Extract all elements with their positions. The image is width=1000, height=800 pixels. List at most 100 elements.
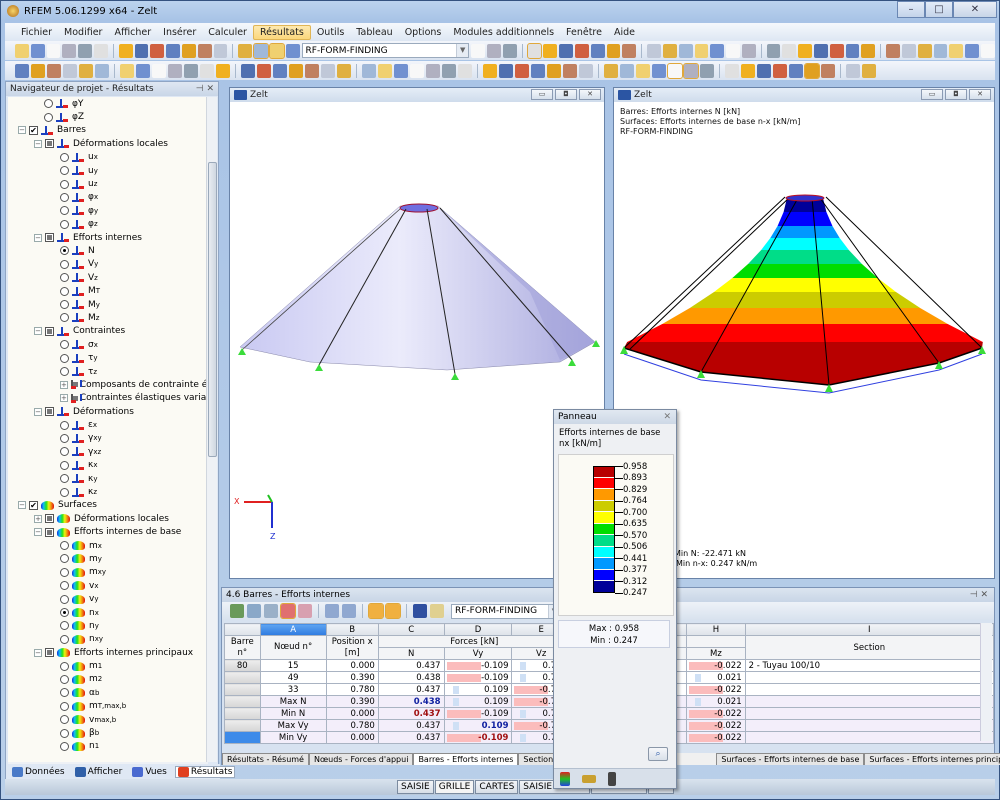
toolbar-button-icon[interactable]: [757, 63, 771, 78]
cell-mz[interactable]: -0.022: [686, 683, 746, 696]
tree-item[interactable]: n1: [8, 740, 208, 753]
toolbar-button-icon[interactable]: [606, 43, 621, 58]
tree-item[interactable]: Vz: [8, 271, 208, 284]
radio-button[interactable]: [60, 447, 69, 457]
radio-button[interactable]: [44, 112, 53, 122]
navigator-tab-3[interactable]: Résultats: [174, 766, 236, 778]
radio-button[interactable]: [60, 741, 69, 751]
row-header[interactable]: [224, 683, 261, 696]
tree-item[interactable]: φz: [8, 218, 208, 231]
toolbar-button-icon[interactable]: [321, 63, 335, 78]
navigator-pin-close[interactable]: ⊣ ✕: [196, 82, 214, 96]
toolbar-button-icon[interactable]: [200, 63, 214, 78]
tree-item[interactable]: γ xy: [8, 432, 208, 445]
view-close-button[interactable]: ✕: [579, 89, 601, 100]
expand-toggle-icon[interactable]: −: [34, 648, 42, 657]
checkbox-partial[interactable]: [45, 514, 54, 524]
radio-button[interactable]: [60, 300, 69, 310]
column-letter[interactable]: H: [686, 623, 746, 636]
table-tab-0[interactable]: Résultats - Résumé: [222, 753, 309, 765]
expand-toggle-icon[interactable]: −: [34, 233, 42, 242]
cell-mz[interactable]: 0.021: [686, 671, 746, 684]
expand-toggle-icon[interactable]: +: [34, 514, 42, 523]
toolbar-button-icon[interactable]: [268, 42, 285, 59]
tree-item[interactable]: vx: [8, 579, 208, 592]
column-letter[interactable]: I: [744, 623, 995, 636]
balance-tab-icon[interactable]: [582, 774, 596, 783]
toolbar-button-icon[interactable]: [95, 63, 109, 78]
menu-5[interactable]: Résultats: [252, 24, 311, 40]
toolbar-button-icon[interactable]: [559, 43, 573, 58]
view-minimize-button[interactable]: ▭: [921, 89, 943, 100]
cell-n[interactable]: 0.438: [377, 671, 445, 684]
tree-item[interactable]: Vy: [8, 258, 208, 271]
radio-button[interactable]: [60, 541, 69, 551]
toolbar-button-icon[interactable]: [241, 63, 255, 78]
maximize-button[interactable]: □: [925, 1, 953, 18]
radio-button[interactable]: [60, 621, 69, 631]
cell-mz[interactable]: -0.022: [686, 659, 746, 672]
toolbar-button-icon[interactable]: [829, 43, 844, 58]
radio-button[interactable]: [60, 152, 69, 162]
menu-6[interactable]: Outils: [311, 26, 350, 39]
color-bars-icon[interactable]: [280, 603, 296, 619]
tree-item[interactable]: m1: [8, 659, 208, 672]
tree-item[interactable]: Mz: [8, 311, 208, 324]
toolbar-button-icon[interactable]: [499, 63, 513, 78]
tree-item[interactable]: My: [8, 298, 208, 311]
checkbox-partial[interactable]: [45, 139, 54, 149]
toolbar-button-icon[interactable]: [289, 63, 303, 78]
tree-item[interactable]: − Efforts internes principaux: [8, 646, 208, 659]
cell-node[interactable]: 49: [259, 671, 327, 684]
toolbar-button-icon[interactable]: [257, 63, 271, 78]
toolbar-button-icon[interactable]: [62, 43, 77, 58]
checkbox-partial[interactable]: [45, 527, 54, 537]
toolbar-button-icon[interactable]: [79, 63, 93, 78]
toolbar-button-icon[interactable]: [515, 63, 529, 78]
checkbox-partial[interactable]: [45, 407, 54, 417]
tree-item[interactable]: my: [8, 552, 208, 565]
tree-item[interactable]: κz: [8, 485, 208, 498]
cell-vy[interactable]: -0.109: [443, 731, 513, 744]
microscope-tab-icon[interactable]: [608, 771, 616, 786]
toolbar-button-icon[interactable]: [652, 63, 666, 78]
cell-n[interactable]: 0.437: [377, 731, 445, 744]
toolbar-button-icon[interactable]: [798, 43, 813, 58]
tree-item[interactable]: − Efforts internes: [8, 231, 208, 244]
toolbar-button-icon[interactable]: [981, 43, 995, 58]
toolbar-button-icon[interactable]: [543, 43, 558, 58]
toolbar-button-icon[interactable]: [579, 63, 593, 78]
toolbar-button-icon[interactable]: [700, 63, 714, 78]
menu-3[interactable]: Insérer: [157, 26, 202, 39]
radio-button[interactable]: [60, 701, 69, 711]
filter-icon[interactable]: [247, 604, 261, 618]
toolbar-button-icon[interactable]: [804, 62, 820, 79]
cell-section[interactable]: 2 - Tuyau 100/10: [744, 659, 995, 672]
toolbar-button-icon[interactable]: [933, 43, 948, 58]
toolbar-button-icon[interactable]: [773, 63, 787, 78]
radio-button[interactable]: [60, 246, 69, 256]
table-tab-4[interactable]: Surfaces - Efforts internes de base: [716, 753, 865, 765]
toolbar-button-icon[interactable]: [197, 43, 212, 58]
relation-alt-icon[interactable]: [385, 603, 401, 619]
radio-button[interactable]: [60, 166, 69, 176]
toolbar-button-icon[interactable]: [590, 43, 605, 58]
tree-item[interactable]: uy: [8, 164, 208, 177]
tree-item[interactable]: φZ: [8, 110, 208, 123]
tree-item[interactable]: − ✔ Surfaces: [8, 499, 208, 512]
navigator-vertical-scrollbar[interactable]: [206, 97, 217, 762]
cell-position[interactable]: 0.780: [325, 719, 379, 732]
toolbar-button-icon[interactable]: [337, 63, 351, 78]
table-tab-1[interactable]: Nœuds - Forces d'appui: [308, 753, 414, 765]
radio-button[interactable]: [60, 567, 69, 577]
toolbar-button-icon[interactable]: [604, 63, 618, 78]
expand-toggle-icon[interactable]: −: [18, 126, 26, 135]
toolbar-button-icon[interactable]: [253, 42, 269, 59]
radio-button[interactable]: [60, 594, 69, 604]
radio-button[interactable]: [60, 273, 69, 283]
radio-button[interactable]: [60, 353, 69, 363]
toolbar-button-icon[interactable]: [120, 63, 134, 78]
tree-item[interactable]: n xy: [8, 633, 208, 646]
cell-section[interactable]: [744, 683, 995, 696]
tree-item[interactable]: φy: [8, 204, 208, 217]
